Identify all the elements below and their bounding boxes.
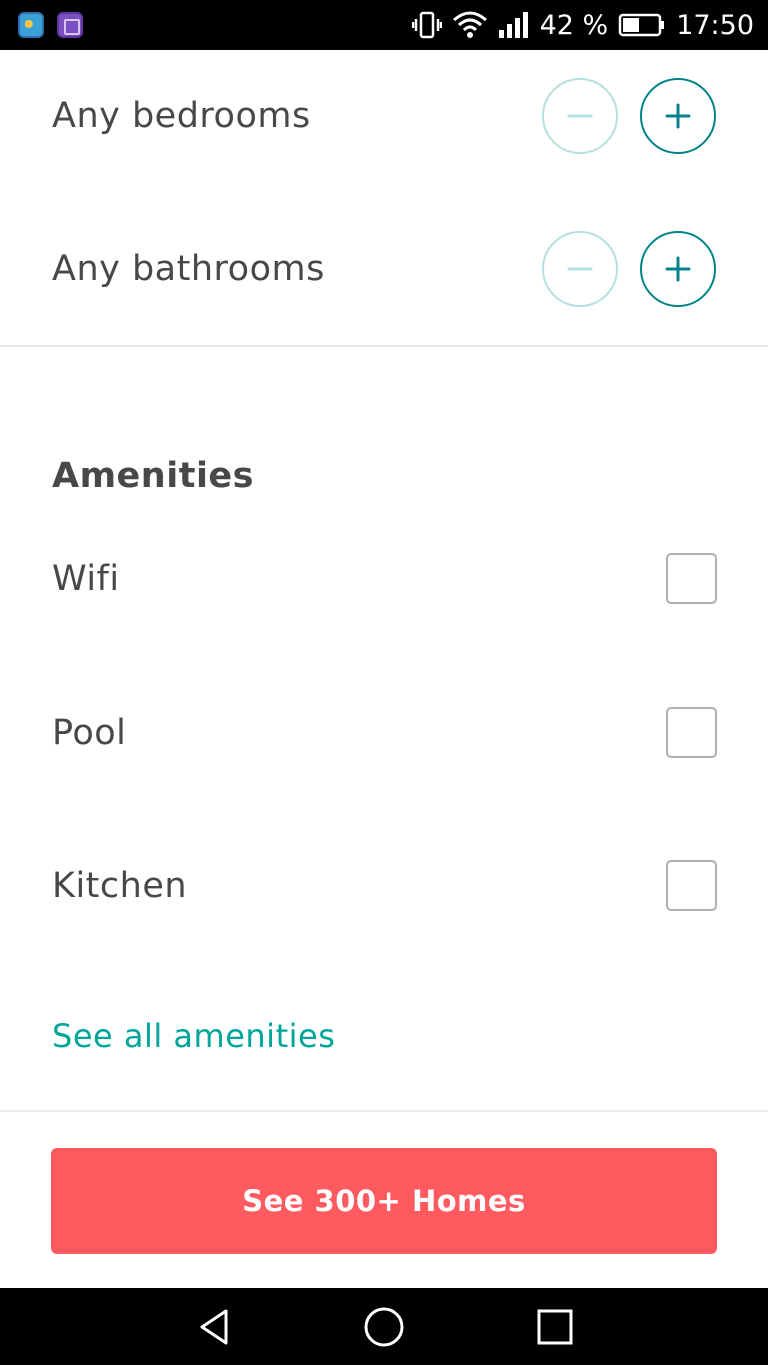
plus-icon xyxy=(665,256,691,282)
wifi-icon xyxy=(452,10,488,40)
see-all-amenities-link[interactable]: See all amenities xyxy=(52,1017,335,1055)
plus-icon xyxy=(665,103,691,129)
back-icon[interactable] xyxy=(192,1305,236,1349)
amenity-label: Pool xyxy=(52,713,127,753)
status-icons: 42 % 17:50 xyxy=(411,0,754,50)
amenity-label: Wifi xyxy=(52,559,120,599)
status-bar: 42 % 17:50 xyxy=(0,0,768,50)
pool-checkbox[interactable] xyxy=(666,707,717,758)
clock: 17:50 xyxy=(676,9,754,41)
navigation-bar xyxy=(0,1288,768,1365)
minus-icon xyxy=(567,267,593,271)
bedrooms-decrement-button[interactable] xyxy=(542,78,618,154)
cellular-signal-icon xyxy=(498,10,530,40)
vibrate-icon xyxy=(411,10,442,40)
amenity-row-wifi[interactable]: Wifi xyxy=(0,553,768,604)
recents-icon[interactable] xyxy=(533,1305,577,1349)
bedrooms-increment-button[interactable] xyxy=(640,78,716,154)
gallery-app-icon xyxy=(57,12,83,38)
home-icon[interactable] xyxy=(362,1305,406,1349)
section-divider xyxy=(0,345,768,347)
wifi-checkbox[interactable] xyxy=(666,553,717,604)
minus-icon xyxy=(567,114,593,118)
battery-percent: 42 % xyxy=(539,9,609,41)
amenity-label: Kitchen xyxy=(52,866,188,906)
bedrooms-label: Any bedrooms xyxy=(52,96,311,136)
bathrooms-decrement-button[interactable] xyxy=(542,231,618,307)
amenity-row-pool[interactable]: Pool xyxy=(0,707,768,758)
bathrooms-increment-button[interactable] xyxy=(640,231,716,307)
kitchen-checkbox[interactable] xyxy=(666,860,717,911)
bathrooms-filter-row: Any bathrooms xyxy=(0,231,768,307)
weather-app-icon xyxy=(18,12,44,38)
battery-icon xyxy=(618,12,666,38)
bedrooms-filter-row: Any bedrooms xyxy=(0,78,768,154)
see-homes-button[interactable]: See 300+ Homes xyxy=(51,1148,717,1254)
bathrooms-label: Any bathrooms xyxy=(52,249,325,289)
footer-divider xyxy=(0,1110,768,1112)
amenities-heading: Amenities xyxy=(52,456,255,496)
amenity-row-kitchen[interactable]: Kitchen xyxy=(0,860,768,911)
